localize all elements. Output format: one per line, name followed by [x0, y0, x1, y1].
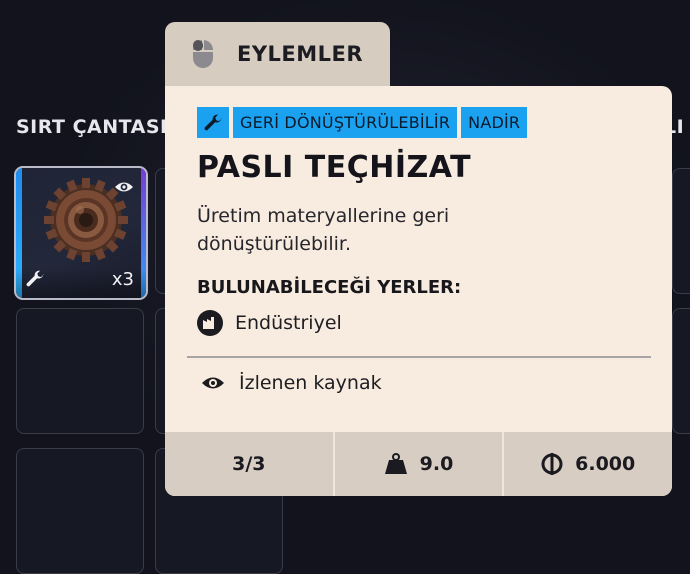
stack-stat: 3/3	[165, 432, 333, 496]
tracked-resource-row[interactable]: İzlenen kaynak	[201, 372, 382, 394]
item-title: PASLI TEÇHİZAT	[197, 150, 472, 185]
price-value: 6.000	[575, 453, 636, 475]
stats-bar: 3/3 9.0 6.000	[165, 432, 672, 496]
backpack-section-label: SIRT ÇANTASI	[16, 116, 168, 138]
wrench-icon	[197, 107, 229, 138]
weight-icon	[384, 453, 407, 474]
found-locations-label: BULUNABİLECEĞİ YERLER:	[197, 277, 462, 298]
item-description: Üretim materyallerine geri dönüştürülebi…	[197, 205, 450, 255]
inventory-slot-rusted-gear[interactable]: x3	[14, 166, 148, 300]
factory-icon	[197, 310, 223, 336]
mouse-icon	[193, 40, 213, 68]
tracked-resource-label: İzlenen kaynak	[239, 372, 382, 394]
eye-icon	[202, 377, 224, 389]
location-row: Endüstriyel	[197, 310, 342, 336]
inventory-slot-edge[interactable]	[672, 168, 690, 294]
actions-tab-label: EYLEMLER	[237, 42, 364, 66]
price-stat: 6.000	[502, 432, 672, 496]
inventory-slot-empty[interactable]	[16, 308, 144, 434]
wrench-icon	[26, 270, 44, 287]
tag-row: GERİ DÖNÜŞTÜRÜLEBİLİR NADİR	[197, 107, 528, 138]
item-quantity: x3	[111, 269, 134, 290]
inventory-slot-edge[interactable]	[672, 308, 690, 434]
tag-rarity: NADİR	[461, 107, 528, 138]
eye-icon	[115, 182, 133, 192]
inventory-slot-empty[interactable]	[16, 448, 144, 574]
coin-icon	[541, 453, 563, 475]
weight-value: 9.0	[419, 453, 454, 475]
actions-tab[interactable]: EYLEMLER	[165, 22, 390, 86]
tag-recyclable: GERİ DÖNÜŞTÜRÜLEBİLİR	[233, 107, 458, 138]
weight-stat: 9.0	[332, 432, 503, 496]
stack-value: 3/3	[232, 453, 266, 475]
item-tooltip: GERİ DÖNÜŞTÜRÜLEBİLİR NADİR PASLI TEÇHİZ…	[165, 86, 672, 496]
divider	[187, 356, 651, 358]
location-label: Endüstriyel	[235, 312, 342, 334]
